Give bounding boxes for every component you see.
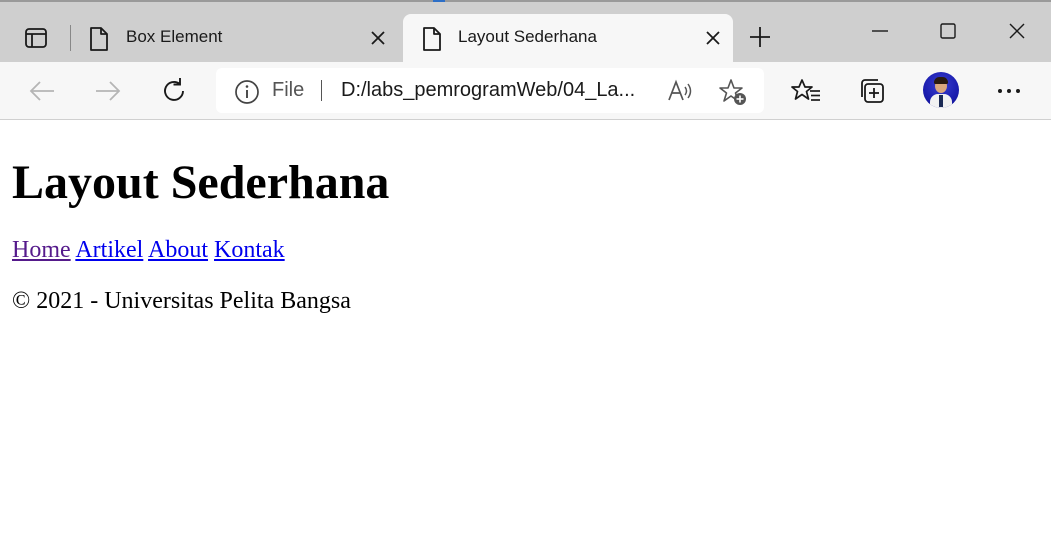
tab-title: Box Element: [126, 27, 223, 46]
close-icon: [1009, 23, 1025, 39]
maximize-button[interactable]: [928, 14, 968, 48]
tab-close-button[interactable]: [703, 28, 723, 48]
refresh-icon: [164, 78, 184, 101]
address-divider: [321, 80, 322, 101]
info-icon[interactable]: [234, 79, 260, 105]
tab-title: Layout Sederhana: [458, 27, 597, 46]
url-scheme-label: File: [272, 79, 305, 101]
settings-more-button[interactable]: [992, 74, 1026, 108]
more-dots-icon: [998, 89, 1020, 93]
back-button[interactable]: [25, 74, 59, 108]
close-icon: [371, 31, 385, 45]
minimize-icon: [872, 30, 888, 32]
plus-icon: [750, 27, 770, 47]
read-aloud-icon[interactable]: [666, 78, 694, 104]
nav-link-artikel[interactable]: Artikel: [75, 237, 143, 263]
browser-toolbar: File D:/labs_pemrogramWeb/04_La...: [0, 62, 1051, 120]
tab-box-element[interactable]: Box Element: [80, 14, 398, 62]
tab-separator: [70, 25, 71, 51]
window-top-edge: [0, 0, 1051, 2]
collections-button[interactable]: [855, 74, 889, 108]
page-heading: Layout Sederhana: [12, 156, 390, 209]
page-icon: [421, 26, 443, 52]
favorites-button[interactable]: [789, 74, 823, 108]
nav-link-home[interactable]: Home: [12, 237, 71, 263]
minimize-button[interactable]: [860, 14, 900, 48]
forward-button[interactable]: [91, 74, 125, 108]
refresh-button[interactable]: [157, 74, 191, 108]
main-nav: Home Artikel About Kontak: [12, 237, 285, 264]
window-top-edge-accent: [433, 0, 445, 2]
avatar-hair: [934, 77, 948, 84]
favorites-list-icon: [791, 79, 820, 101]
address-bar[interactable]: File D:/labs_pemrogramWeb/04_La...: [216, 68, 764, 113]
page-icon: [88, 26, 110, 52]
profile-avatar[interactable]: [923, 72, 959, 108]
avatar-tie: [939, 95, 943, 107]
arrow-right-icon: [96, 81, 121, 101]
new-tab-button[interactable]: [745, 22, 775, 52]
add-favorite-icon[interactable]: [718, 78, 748, 106]
tab-actions-button[interactable]: [16, 23, 56, 53]
tab-layout-sederhana[interactable]: Layout Sederhana: [403, 14, 733, 62]
nav-link-kontak[interactable]: Kontak: [214, 237, 285, 263]
page-footer: © 2021 - Universitas Pelita Bangsa: [12, 288, 351, 314]
maximize-icon: [940, 23, 956, 39]
window-close-button[interactable]: [997, 14, 1037, 48]
nav-link-about[interactable]: About: [148, 237, 208, 263]
url-text[interactable]: D:/labs_pemrogramWeb/04_La...: [341, 79, 635, 102]
tab-strip: Box Element Layout Sederhana: [0, 0, 1051, 62]
close-icon: [706, 31, 720, 45]
tab-actions-icon: [25, 28, 47, 48]
arrow-left-icon: [29, 81, 54, 101]
collections-icon: [861, 79, 884, 103]
tab-close-button[interactable]: [368, 28, 388, 48]
